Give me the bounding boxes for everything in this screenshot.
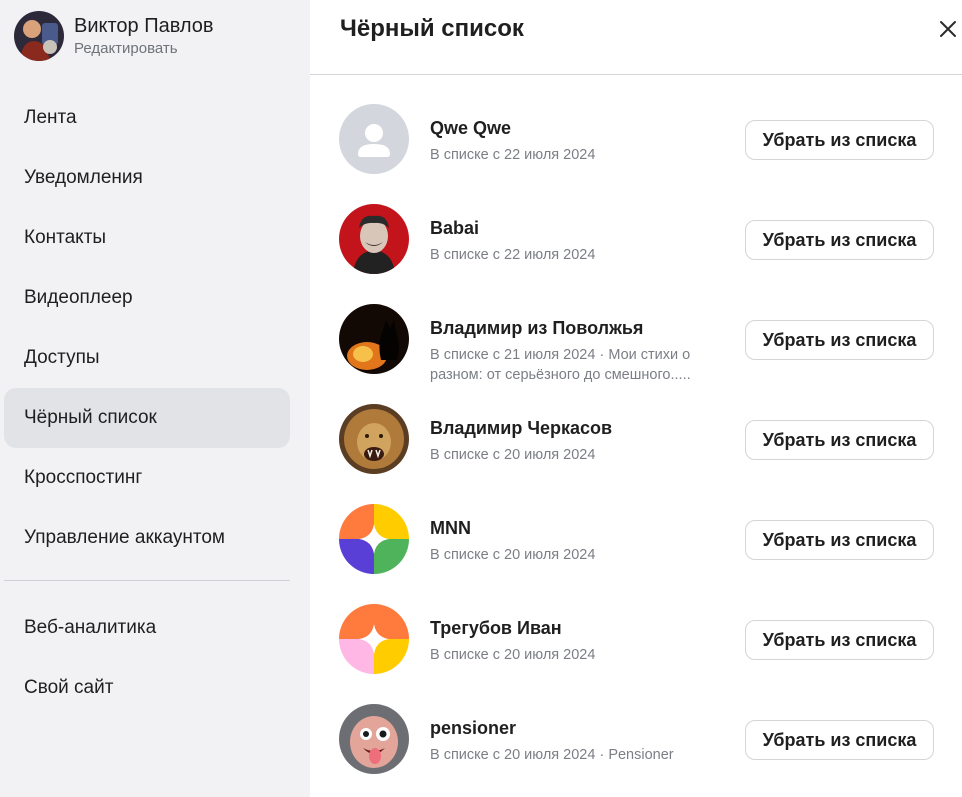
sidebar-item-notifications[interactable]: Уведомления bbox=[4, 148, 290, 208]
sidebar-nav: Лента Уведомления Контакты Видеоплеер До… bbox=[4, 88, 290, 568]
user-subtitle: В списке с 22 июля 2024 bbox=[430, 247, 596, 263]
page-title: Чёрный список bbox=[340, 15, 524, 42]
remove-from-list-button[interactable]: Убрать из списка bbox=[745, 720, 934, 760]
remove-from-list-button[interactable]: Убрать из списка bbox=[745, 620, 934, 660]
list-item: Babai В списке с 22 июля 2024 Убрать из … bbox=[310, 190, 962, 290]
list-item: Трегубов Иван В списке с 20 июля 2024 Уб… bbox=[310, 590, 962, 690]
user-name[interactable]: Владимир из Поволжья bbox=[430, 316, 643, 340]
profile-name: Виктор Павлов bbox=[74, 14, 214, 37]
user-subtitle: В списке с 20 июля 2024 bbox=[430, 547, 596, 563]
user-name[interactable]: MNN bbox=[430, 516, 471, 540]
user-name[interactable]: pensioner bbox=[430, 716, 516, 740]
sidebar-item-access[interactable]: Доступы bbox=[4, 328, 290, 388]
avatar[interactable] bbox=[339, 604, 409, 674]
list-item: Владимир из Поволжья В списке с 21 июля … bbox=[310, 290, 962, 390]
sidebar-item-video-player[interactable]: Видеоплеер bbox=[4, 268, 290, 328]
user-name[interactable]: Трегубов Иван bbox=[430, 616, 562, 640]
user-name[interactable]: Babai bbox=[430, 216, 479, 240]
main-panel: Чёрный список Qwe Qwe В списке с 22 июля… bbox=[310, 0, 962, 797]
list-item: Qwe Qwe В списке с 22 июля 2024 Убрать и… bbox=[310, 90, 962, 190]
remove-from-list-button[interactable]: Убрать из списка bbox=[745, 120, 934, 160]
edit-profile-link[interactable]: Редактировать bbox=[74, 39, 214, 59]
main-header: Чёрный список bbox=[310, 0, 962, 75]
list-item: MNN В списке с 20 июля 2024 Убрать из сп… bbox=[310, 490, 962, 590]
sidebar-item-feed[interactable]: Лента bbox=[4, 88, 290, 148]
remove-from-list-button[interactable]: Убрать из списка bbox=[745, 420, 934, 460]
sidebar-item-web-analytics[interactable]: Веб-аналитика bbox=[4, 598, 290, 658]
list-item: pensioner В списке с 20 июля 2024 · Pens… bbox=[310, 690, 962, 790]
user-name[interactable]: Владимир Черкасов bbox=[430, 416, 612, 440]
avatar[interactable] bbox=[339, 204, 409, 274]
user-subtitle: В списке с 22 июля 2024 bbox=[430, 147, 596, 163]
sidebar-item-account-management[interactable]: Управление аккаунтом bbox=[4, 508, 290, 568]
remove-from-list-button[interactable]: Убрать из списка bbox=[745, 320, 934, 360]
sidebar-divider bbox=[4, 580, 290, 581]
sidebar: Виктор Павлов Редактировать Лента Уведом… bbox=[0, 0, 310, 797]
remove-from-list-button[interactable]: Убрать из списка bbox=[745, 220, 934, 260]
user-subtitle: В списке с 20 июля 2024 bbox=[430, 447, 596, 463]
close-icon[interactable] bbox=[936, 17, 960, 41]
avatar[interactable] bbox=[339, 104, 409, 174]
user-subtitle: В списке с 20 июля 2024 bbox=[430, 647, 596, 663]
avatar[interactable] bbox=[339, 504, 409, 574]
sidebar-item-blacklist[interactable]: Чёрный список bbox=[4, 388, 290, 448]
profile-header[interactable]: Виктор Павлов Редактировать bbox=[14, 10, 214, 62]
avatar[interactable] bbox=[339, 404, 409, 474]
avatar[interactable] bbox=[14, 11, 64, 61]
sidebar-item-contacts[interactable]: Контакты bbox=[4, 208, 290, 268]
user-name[interactable]: Qwe Qwe bbox=[430, 116, 511, 140]
sidebar-nav-secondary: Веб-аналитика Свой сайт bbox=[4, 598, 290, 718]
user-subtitle: В списке с 21 июля 2024 · Мои стихи о ра… bbox=[430, 347, 691, 383]
user-subtitle: В списке с 20 июля 2024 · Pensioner bbox=[430, 747, 674, 763]
remove-from-list-button[interactable]: Убрать из списка bbox=[745, 520, 934, 560]
avatar[interactable] bbox=[339, 304, 409, 374]
avatar[interactable] bbox=[339, 704, 409, 774]
sidebar-item-crossposting[interactable]: Кросспостинг bbox=[4, 448, 290, 508]
sidebar-item-own-site[interactable]: Свой сайт bbox=[4, 658, 290, 718]
list-item: Владимир Черкасов В списке с 20 июля 202… bbox=[310, 390, 962, 490]
